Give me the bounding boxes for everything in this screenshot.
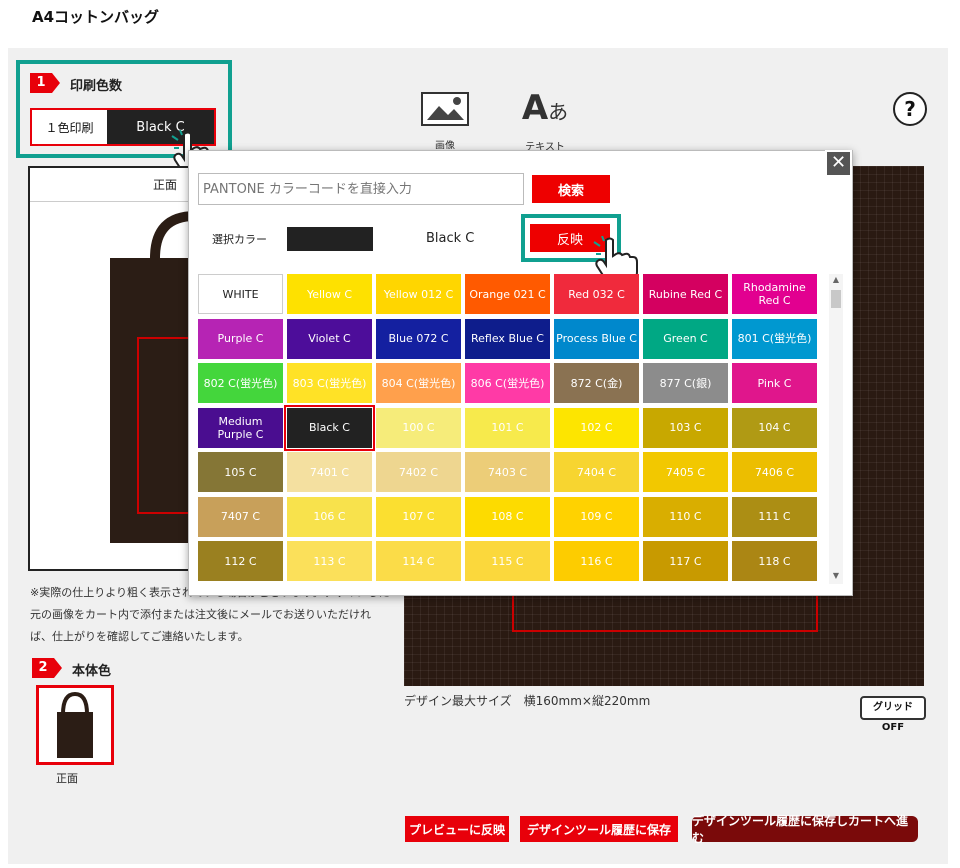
color-swatch[interactable]: 7407 C [198, 496, 283, 537]
color-swatch[interactable]: 102 C [554, 407, 639, 448]
color-swatch[interactable]: 7403 C [465, 452, 550, 492]
color-swatch[interactable]: 111 C [732, 496, 817, 537]
grid-toggle-button[interactable]: グリッドOFF [860, 696, 926, 733]
color-swatch[interactable]: Purple C [198, 318, 283, 359]
search-button[interactable]: 検索 [532, 175, 610, 203]
thumbnail-caption: 正面 [56, 772, 78, 785]
color-swatch[interactable]: Yellow C [287, 274, 372, 314]
color-swatch[interactable]: Orange 021 C [465, 274, 550, 314]
color-swatch[interactable]: 801 C(蛍光色) [732, 318, 817, 359]
scroll-up-icon[interactable]: ▲ [829, 274, 843, 286]
color-swatch[interactable]: Process Blue C [554, 318, 639, 359]
color-swatch[interactable]: Blue 072 C [376, 318, 461, 359]
selected-color-name: Black C [426, 231, 475, 246]
color-swatch[interactable]: 803 C(蛍光色) [287, 363, 372, 403]
help-button[interactable]: ? [893, 92, 927, 126]
design-area-outline [512, 592, 818, 632]
single-color-option[interactable]: １色印刷 [32, 110, 107, 144]
color-swatch[interactable]: 106 C [287, 496, 372, 537]
text-tool[interactable]: Aあ テキスト [510, 90, 580, 150]
scroll-thumb[interactable] [831, 290, 841, 308]
color-swatch[interactable]: 872 C(金) [554, 363, 639, 403]
image-icon [421, 92, 469, 126]
color-swatch[interactable]: Red 032 C [554, 274, 639, 314]
design-size-text: デザイン最大サイズ 横160mm×縦220mm [404, 694, 651, 708]
save-and-cart-button[interactable]: デザインツール履歴に保存しカートへ進む [692, 814, 918, 845]
preview-apply-button[interactable]: プレビューに反映 [405, 816, 509, 842]
color-swatch[interactable]: 7406 C [732, 452, 817, 492]
color-swatch[interactable]: 103 C [643, 407, 728, 448]
color-swatch[interactable]: 113 C [287, 541, 372, 581]
color-swatch[interactable]: Green C [643, 318, 728, 359]
color-swatch[interactable]: 115 C [465, 541, 550, 581]
text-tool-label: テキスト [525, 142, 565, 150]
color-swatch[interactable]: 804 C(蛍光色) [376, 363, 461, 403]
color-swatch[interactable]: 802 C(蛍光色) [198, 363, 283, 403]
color-swatch[interactable]: 100 C [376, 407, 461, 448]
color-swatch[interactable]: Medium Purple C [198, 407, 283, 448]
step2-badge: 2 [32, 658, 62, 678]
selected-color-swatch [287, 227, 373, 251]
color-swatch[interactable]: 109 C [554, 496, 639, 537]
color-swatch[interactable]: Pink C [732, 363, 817, 403]
color-swatch[interactable]: Reflex Blue C [465, 318, 550, 359]
color-swatch[interactable]: 107 C [376, 496, 461, 537]
color-swatch[interactable]: Rubine Red C [643, 274, 728, 314]
image-tool[interactable]: 画像 [420, 92, 470, 149]
color-swatch[interactable]: Black C [284, 404, 375, 451]
bag-thumbnail-icon [57, 691, 93, 758]
swatch-grid: WHITE Yellow C Yellow 012 C Orange 021 C Red… [198, 274, 818, 584]
image-tool-label: 画像 [435, 141, 455, 149]
color-swatch[interactable]: 118 C [732, 541, 817, 581]
step2-label: 本体色 [72, 664, 112, 679]
color-swatch[interactable]: 112 C [198, 541, 283, 581]
save-history-button[interactable]: デザインツール履歴に保存 [520, 816, 678, 842]
color-swatch[interactable]: Violet C [287, 318, 372, 359]
color-swatch[interactable]: 101 C [465, 407, 550, 448]
color-swatch[interactable]: 110 C [643, 496, 728, 537]
step1-badge: 1 [30, 73, 60, 93]
color-swatch[interactable]: 104 C [732, 407, 817, 448]
pantone-code-input[interactable] [198, 173, 524, 205]
page-title: A4コットンバッグ [32, 8, 160, 26]
color-swatch[interactable]: 7402 C [376, 452, 461, 492]
color-swatch[interactable]: 877 C(銀) [643, 363, 728, 403]
color-swatch[interactable]: 7404 C [554, 452, 639, 492]
color-swatch[interactable]: 117 C [643, 541, 728, 581]
color-swatch[interactable]: Yellow 012 C [376, 274, 461, 314]
step1-label: 印刷色数 [70, 79, 123, 94]
scroll-down-icon[interactable]: ▼ [829, 570, 843, 582]
selected-color-label: 選択カラー [212, 233, 267, 246]
color-swatch[interactable]: 105 C [198, 452, 283, 492]
text-icon: Aあ [521, 88, 569, 128]
body-color-thumbnail[interactable] [36, 685, 114, 765]
color-swatch[interactable]: WHITE [198, 274, 283, 314]
color-swatch[interactable]: Rhodamine Red C [732, 274, 817, 314]
swatch-scrollbar[interactable]: ▲ ▼ [829, 274, 843, 584]
color-swatch[interactable]: 116 C [554, 541, 639, 581]
color-swatch[interactable]: 7401 C [287, 452, 372, 492]
color-swatch[interactable]: 7405 C [643, 452, 728, 492]
modal-close-button[interactable]: ✕ [825, 150, 852, 177]
color-swatch[interactable]: 114 C [376, 541, 461, 581]
color-swatch[interactable]: 108 C [465, 496, 550, 537]
color-swatch[interactable]: 806 C(蛍光色) [465, 363, 550, 403]
